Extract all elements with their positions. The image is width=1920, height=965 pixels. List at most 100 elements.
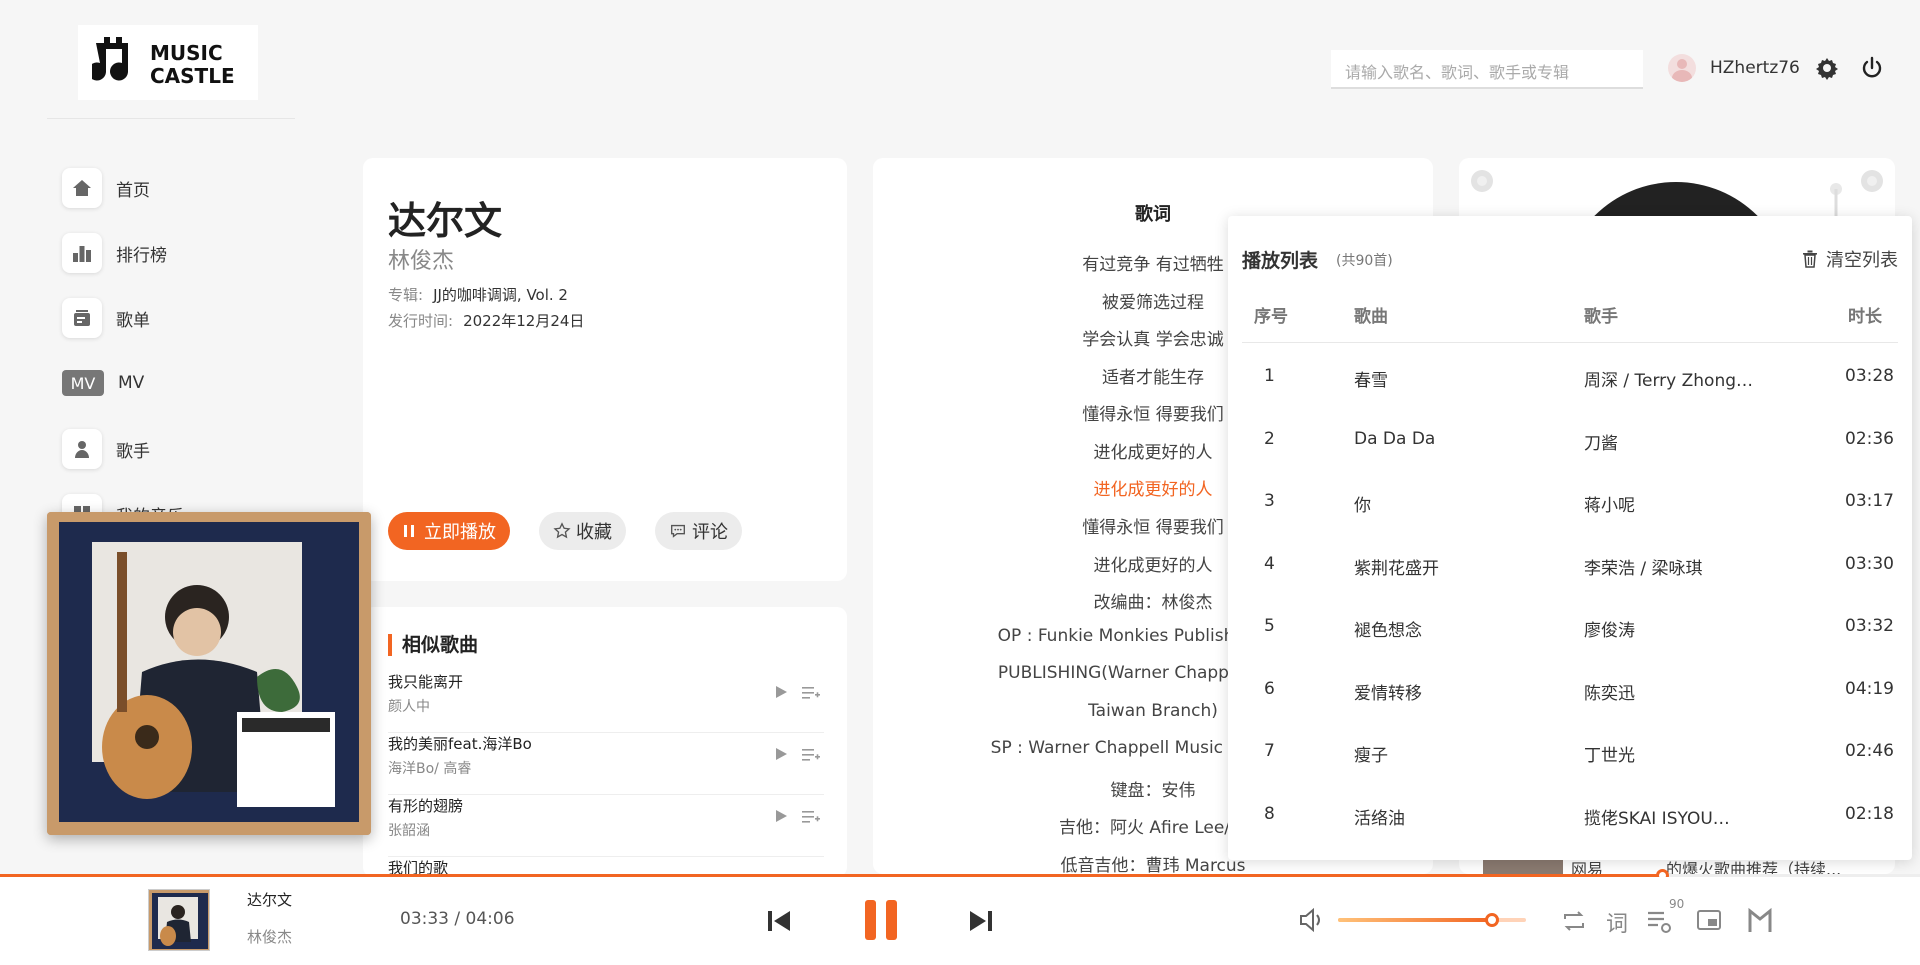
collect-button[interactable]: 收藏	[539, 512, 626, 550]
sidebar-item-home[interactable]: 首页	[62, 166, 150, 210]
similar-song-row[interactable]: 有形的翅膀 张韶涵	[388, 795, 824, 857]
song-artist[interactable]: 林俊杰	[388, 243, 454, 275]
album-cover-large[interactable]	[47, 512, 371, 835]
album-cover-art	[47, 512, 371, 835]
add-to-playlist-icon[interactable]	[802, 685, 820, 701]
row-song-name: 瘦子	[1354, 746, 1388, 766]
logo-text-bottom: CASTLE	[150, 64, 235, 88]
similar-songs-title: 相似歌曲	[388, 634, 478, 656]
playlist-row[interactable]: 6 爱情转移 陈奕迅 04:19	[1228, 659, 1912, 721]
volume-thumb[interactable]	[1485, 913, 1500, 927]
row-song-name: 你	[1354, 496, 1371, 516]
playlist-row[interactable]: 1 春雪 周深 / Terry Zhong… 03:28	[1228, 346, 1912, 408]
row-duration: 03:28	[1845, 366, 1894, 386]
clear-playlist-button[interactable]: 清空列表	[1800, 246, 1898, 272]
avatar[interactable]	[1668, 54, 1696, 82]
knob-icon	[1861, 170, 1883, 192]
similar-song-row[interactable]: 我的美丽feat.海洋Bo 海洋Bo/ 高睿	[388, 733, 824, 795]
next-track-icon[interactable]	[967, 907, 995, 935]
mv-icon: MV	[62, 370, 104, 396]
singer-icon	[62, 429, 102, 469]
sidebar-item-playlists[interactable]: 歌单	[62, 296, 150, 340]
row-song-name: 春雪	[1354, 371, 1388, 391]
chart-icon	[62, 233, 102, 273]
sidebar-item-mv[interactable]: MV MV	[62, 361, 144, 405]
row-index: 4	[1264, 553, 1275, 574]
now-playing-title[interactable]: 达尔文	[247, 889, 292, 910]
play-icon[interactable]	[774, 685, 788, 699]
row-song-name: Da Da Da	[1354, 428, 1436, 449]
playlist-row[interactable]: 4 紫荆花盛开 李荣浩 / 梁咏琪 03:30	[1228, 534, 1912, 596]
comment-button[interactable]: 评论	[655, 512, 742, 550]
sidebar-item-singers[interactable]: 歌手	[62, 427, 150, 471]
row-index: 3	[1264, 491, 1275, 511]
repeat-icon[interactable]	[1560, 907, 1588, 935]
column-header-song: 歌曲	[1354, 307, 1388, 327]
row-duration: 04:19	[1845, 678, 1894, 699]
row-artist: 丁世光	[1584, 746, 1635, 766]
logo-divider	[47, 118, 295, 119]
row-artist: 刀酱	[1584, 433, 1618, 454]
recommend-thumbnail[interactable]	[1483, 858, 1563, 874]
username[interactable]: HZhertz76	[1710, 58, 1800, 78]
volume-fill	[1338, 918, 1493, 922]
previous-track-icon[interactable]	[765, 907, 793, 935]
playlist-row[interactable]: 5 褪色想念 廖俊涛 03:32	[1228, 596, 1912, 658]
playlist-icon	[62, 298, 102, 338]
playlist-row[interactable]: 2 Da Da Da 刀酱 02:36	[1228, 409, 1912, 471]
sidebar-item-label: MV	[118, 373, 145, 393]
app-logo[interactable]: MUSIC CASTLE	[78, 25, 258, 100]
album-name[interactable]: JJ的咖啡调调, Vol. 2	[433, 286, 568, 304]
now-playing-cover[interactable]	[148, 889, 210, 951]
similar-song-name: 我的美丽feat.海洋Bo	[388, 735, 532, 753]
pause-icon[interactable]	[863, 899, 899, 941]
similar-song-row[interactable]: 我只能离开 颜人中	[388, 671, 824, 733]
sidebar-item-label: 首页	[116, 180, 150, 201]
similar-song-row[interactable]: 我们的歌	[388, 857, 824, 874]
knob-icon	[1471, 170, 1493, 192]
add-to-playlist-icon[interactable]	[802, 747, 820, 763]
column-header-duration: 时长	[1848, 307, 1882, 327]
user-profile[interactable]: HZhertz76	[1668, 54, 1800, 82]
row-artist: 李荣浩 / 梁咏琪	[1584, 558, 1703, 579]
volume-icon[interactable]	[1298, 906, 1326, 934]
fullscreen-icon[interactable]	[1747, 907, 1773, 935]
playlist-panel: 播放列表 (共90首) 清空列表 序号 歌曲 歌手 时长 1 春雪 周深 / Ter…	[1228, 216, 1912, 860]
playlist-count: (共90首)	[1336, 253, 1393, 269]
row-duration: 03:30	[1845, 553, 1894, 574]
column-header-artist: 歌手	[1584, 307, 1618, 327]
lyrics-toggle-button[interactable]: 词	[1606, 906, 1628, 938]
play-icon[interactable]	[774, 809, 788, 823]
playlist-row[interactable]: 7 瘦子 丁世光 02:46	[1228, 721, 1912, 783]
row-song-name: 活络油	[1354, 808, 1405, 829]
playlist-row[interactable]: 3 你 蒋小呢 03:17	[1228, 471, 1912, 533]
album-label: 专辑:	[388, 286, 424, 304]
play-now-button[interactable]: 立即播放	[388, 512, 510, 550]
sidebar-item-label: 歌手	[116, 441, 150, 462]
sidebar-item-label: 排行榜	[116, 245, 167, 266]
row-artist: 陈奕迅	[1584, 683, 1635, 704]
pause-icon	[404, 525, 414, 537]
header-divider	[1242, 342, 1898, 343]
playlist-queue-icon[interactable]	[1645, 907, 1673, 935]
add-to-playlist-icon[interactable]	[802, 809, 820, 825]
volume-slider[interactable]	[1338, 913, 1526, 927]
row-index: 7	[1264, 741, 1275, 761]
row-index: 2	[1264, 428, 1275, 449]
search-input[interactable]: 请输入歌名、歌词、歌手或专辑	[1331, 50, 1643, 89]
playlist-row[interactable]: 8 活络油 揽佬SKAI ISYOU… 02:18	[1228, 784, 1912, 846]
player-bar: 达尔文 林俊杰 03:33 / 04:06 词 90	[0, 877, 1920, 965]
power-icon[interactable]	[1860, 56, 1884, 80]
row-duration: 03:32	[1845, 616, 1894, 636]
similar-song-name: 我们的歌	[388, 859, 449, 874]
clear-playlist-label: 清空列表	[1826, 250, 1898, 271]
settings-gear-icon[interactable]	[1815, 56, 1839, 80]
row-index: 1	[1264, 366, 1275, 386]
play-icon[interactable]	[774, 747, 788, 761]
row-artist: 揽佬SKAI ISYOU…	[1584, 808, 1730, 829]
now-playing-artist[interactable]: 林俊杰	[247, 926, 292, 947]
lyrics-title: 歌词	[1135, 204, 1171, 225]
sidebar-item-label: 歌单	[116, 310, 150, 331]
sidebar-item-ranking[interactable]: 排行榜	[62, 231, 167, 275]
mini-player-icon[interactable]	[1696, 908, 1722, 932]
